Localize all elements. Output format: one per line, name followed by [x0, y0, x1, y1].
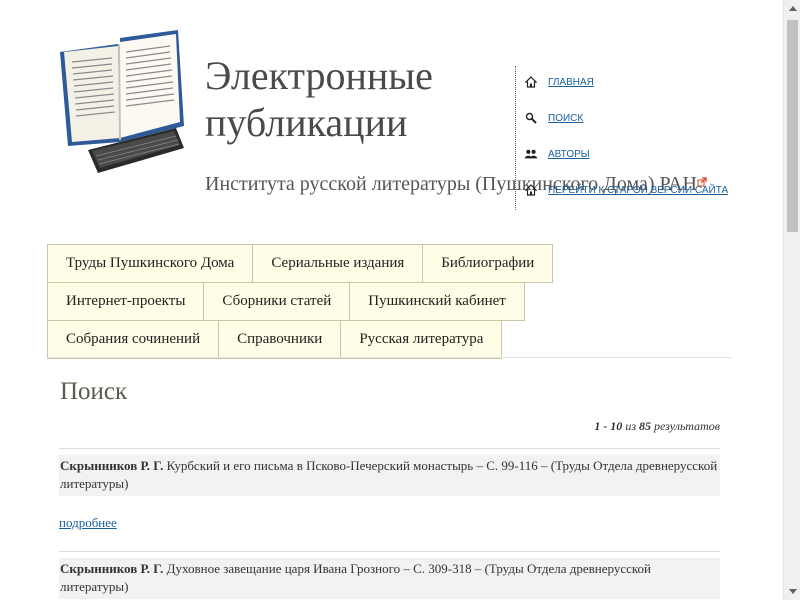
search-result: Скрынников Р. Г. Духовное завещание царя…	[59, 558, 720, 599]
menu-row: Собрания сочинений Справочники Русская л…	[47, 320, 737, 359]
scrollbar-thumb[interactable]	[787, 20, 798, 232]
result-author[interactable]: Скрынников Р. Г.	[60, 561, 163, 576]
arrow-down-icon	[788, 589, 797, 594]
divider	[59, 551, 720, 552]
divider	[59, 448, 720, 449]
home-icon	[524, 75, 538, 89]
menu-tab-bibliographies[interactable]: Библиографии	[422, 244, 554, 283]
results-range: 1 - 10	[594, 419, 623, 433]
quicknav-item-authors[interactable]: АВТОРЫ	[524, 147, 590, 161]
search-icon	[524, 111, 538, 125]
results-total: 85	[639, 419, 651, 433]
book-image	[60, 30, 184, 146]
results-count: 1 - 10 из 85 результатов	[594, 419, 720, 434]
menu-tab-reference-books[interactable]: Справочники	[218, 320, 342, 359]
menu-row: Труды Пушкинского Дома Сериальные издани…	[47, 244, 737, 283]
arrow-up-icon	[788, 6, 797, 11]
scroll-down-button[interactable]	[784, 583, 800, 600]
menu-tab-russian-literature[interactable]: Русская литература	[340, 320, 503, 359]
site-title-line1: Электронные	[205, 53, 433, 98]
menu-tab-serial-editions[interactable]: Сериальные издания	[252, 244, 424, 283]
quicknav-item-search[interactable]: ПОИСК	[524, 111, 583, 125]
menu-divider	[47, 357, 732, 358]
menu-row: Интернет-проекты Сборники статей Пушкинс…	[47, 282, 737, 321]
site-title-line2: публикации	[205, 100, 408, 145]
quicknav-link-home[interactable]: ГЛАВНАЯ	[548, 77, 594, 88]
page-title: Поиск	[60, 378, 128, 405]
main-menu: Труды Пушкинского Дома Сериальные издани…	[47, 244, 737, 359]
menu-tab-pushkin-cabinet[interactable]: Пушкинский кабинет	[349, 282, 525, 321]
external-link-icon	[697, 174, 707, 192]
quicknav-item-home[interactable]: ГЛАВНАЯ	[524, 75, 594, 89]
scroll-up-button[interactable]	[784, 0, 800, 17]
menu-tab-article-collections[interactable]: Сборники статей	[203, 282, 351, 321]
results-word: результатов	[654, 419, 720, 433]
site-logo[interactable]	[58, 30, 188, 175]
quicknav-link-search[interactable]: ПОИСК	[548, 113, 583, 124]
results-of: из	[625, 419, 636, 433]
result-more-link[interactable]: подробнее	[59, 515, 117, 531]
home-icon	[524, 183, 538, 197]
menu-tab-internet-projects[interactable]: Интернет-проекты	[47, 282, 205, 321]
quicknav-link-authors[interactable]: АВТОРЫ	[548, 149, 590, 160]
menu-tab-collected-works[interactable]: Собрания сочинений	[47, 320, 220, 359]
menu-tab-pushkin-house-works[interactable]: Труды Пушкинского Дома	[47, 244, 254, 283]
authors-icon	[524, 147, 538, 161]
result-author[interactable]: Скрынников Р. Г.	[60, 458, 163, 473]
header-divider	[515, 66, 516, 210]
site-title: Электронные публикации	[205, 52, 433, 146]
search-result: Скрынников Р. Г. Курбский и его письма в…	[59, 455, 720, 496]
vertical-scrollbar[interactable]	[783, 0, 800, 600]
